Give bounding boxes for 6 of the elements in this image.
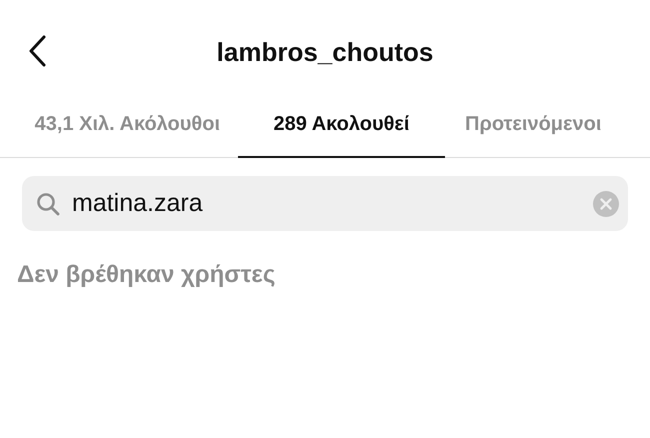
back-icon[interactable] [28, 35, 46, 67]
tab[interactable]: 289 Ακολουθεί [238, 100, 445, 158]
empty-message: Δεν βρέθηκαν χρήστες [17, 261, 276, 289]
search-icon [36, 192, 60, 216]
search-field[interactable]: matina.zara [22, 176, 628, 231]
profile-username: lambros_choutos [216, 36, 434, 68]
